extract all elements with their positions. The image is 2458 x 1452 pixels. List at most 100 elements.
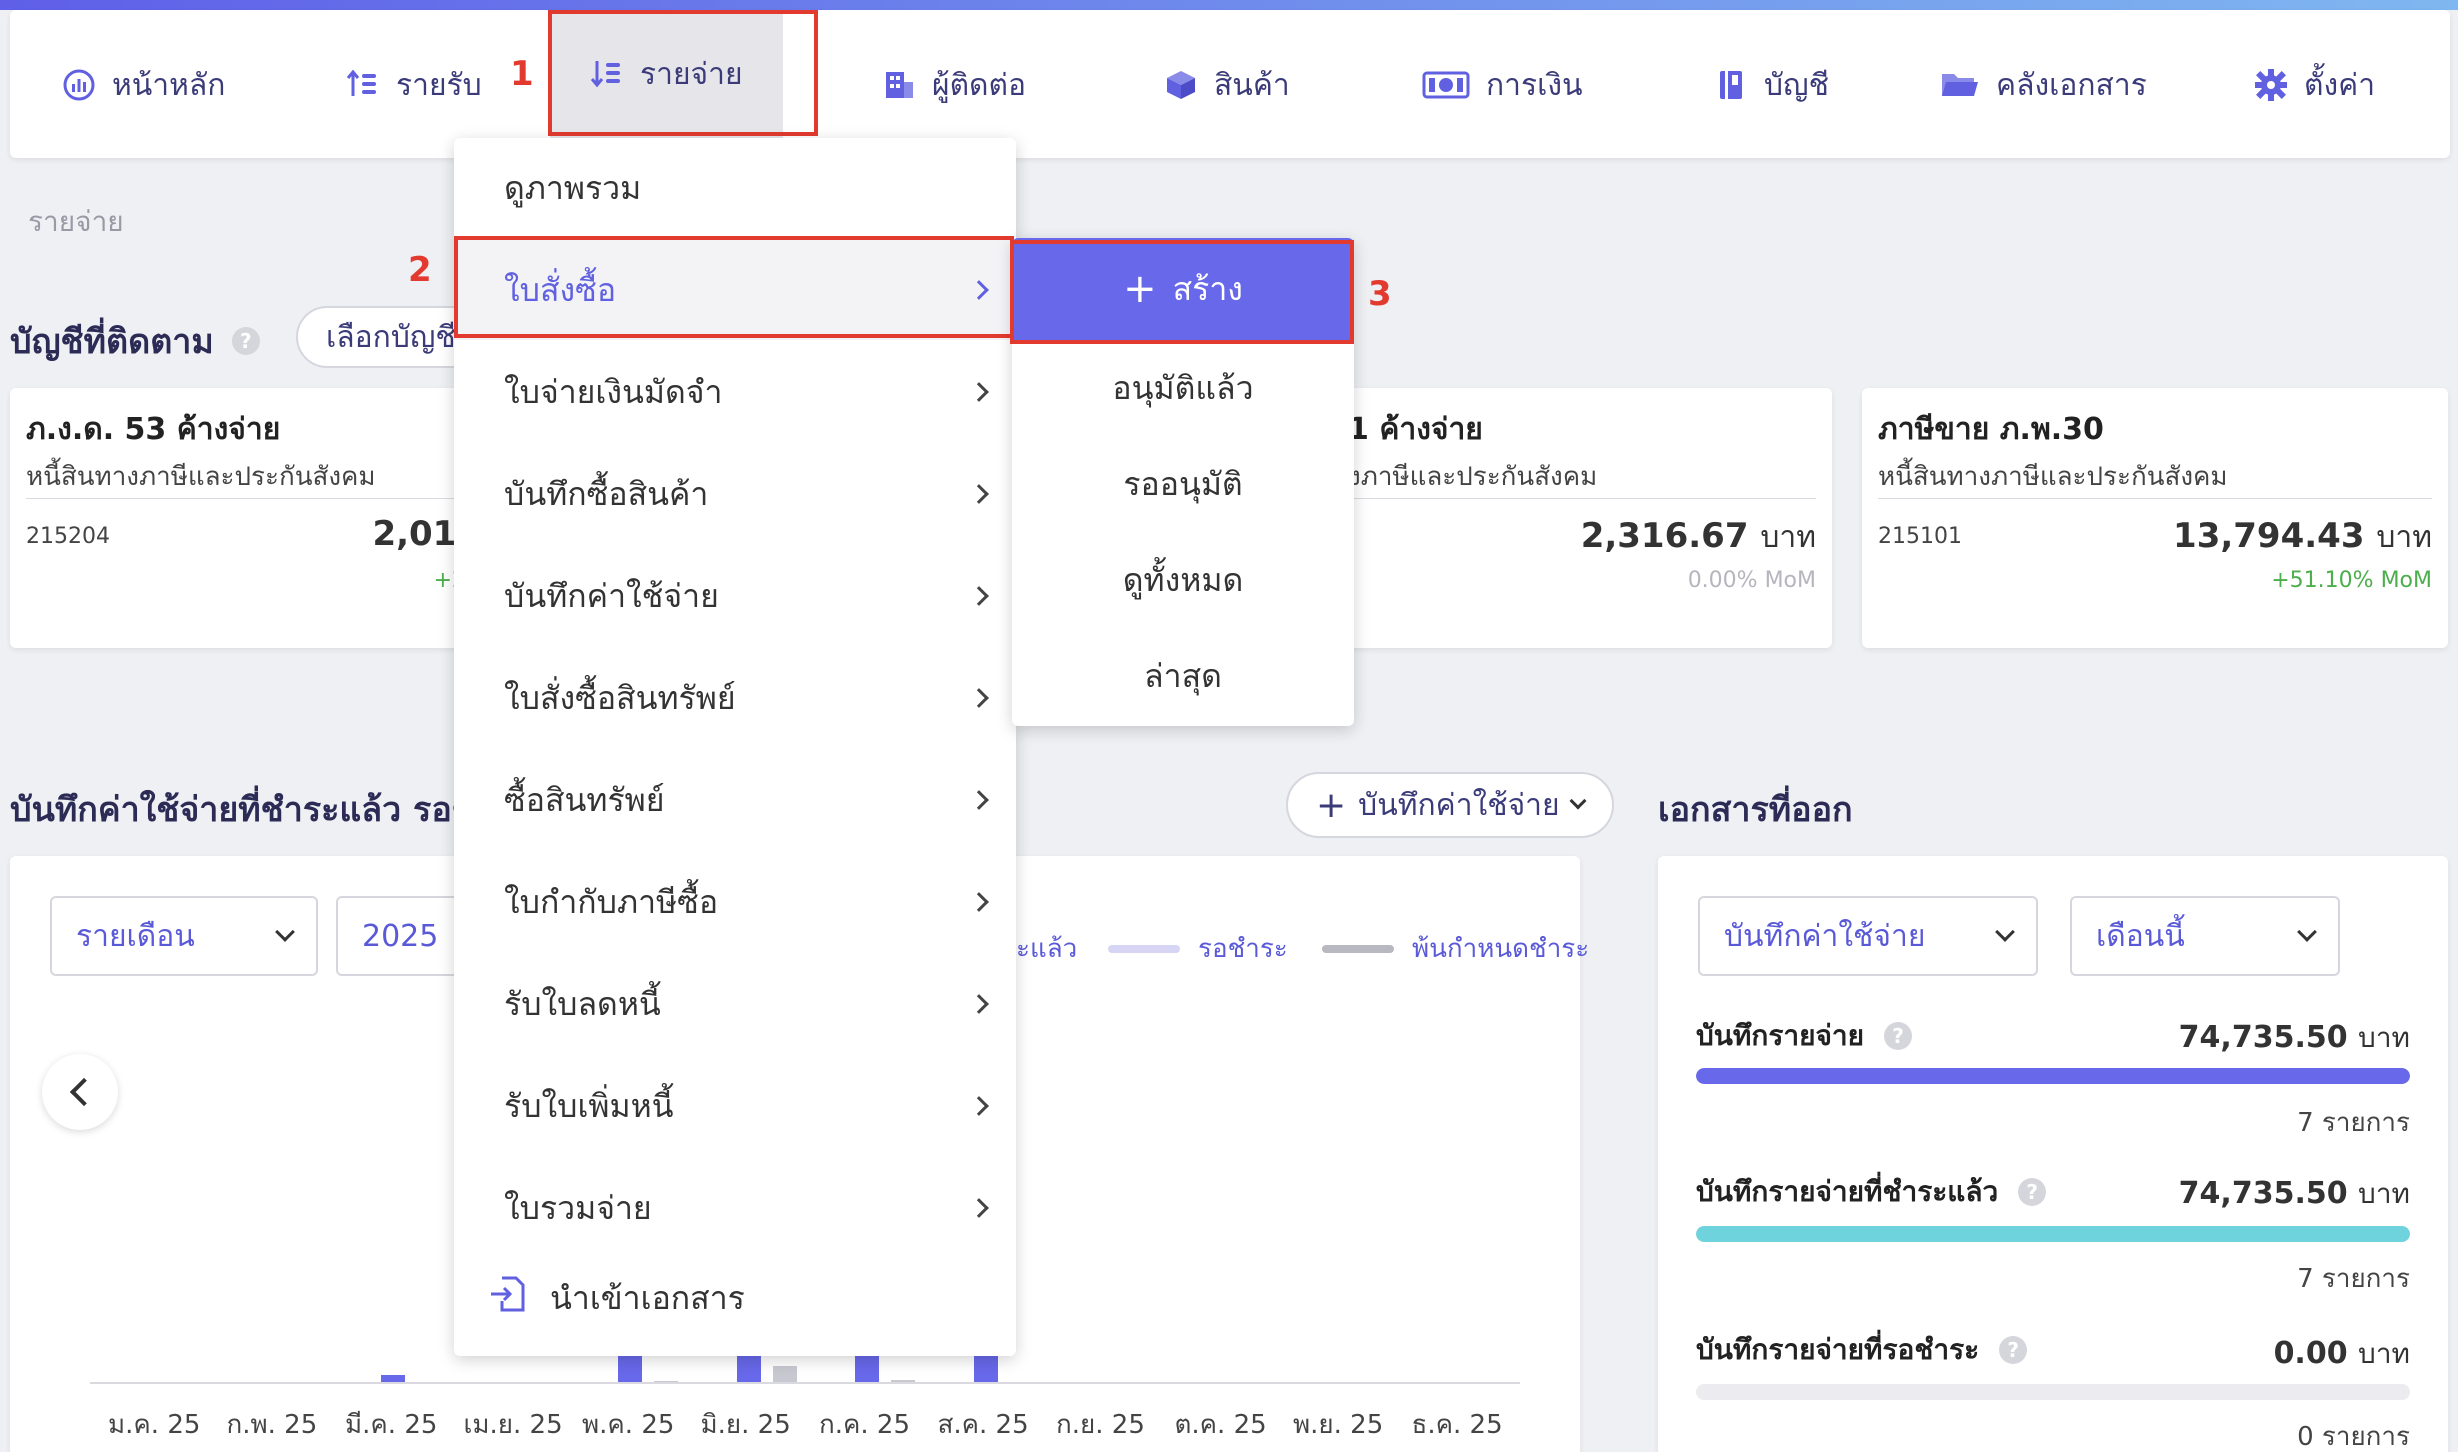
tracked-card[interactable]: ภ.ง.ด. 53 ค้างจ่าย หนี้สินทางภาษีและประก… [10, 388, 480, 648]
chevron-right-icon [969, 1096, 989, 1116]
chevron-right-icon [969, 688, 989, 708]
chevron-right-icon [969, 1198, 989, 1218]
chart-bar[interactable] [618, 1352, 642, 1382]
x-tick-label: ธ.ค. 25 [1411, 1410, 1503, 1440]
x-tick-label: เม.ย. 25 [463, 1410, 563, 1440]
nav-settings[interactable]: ตั้งค่า [2254, 30, 2375, 140]
doc-row-count: 7 รายการ [2297, 1108, 2410, 1138]
help-icon[interactable]: ? [1884, 1022, 1913, 1050]
menu-item-asset-order[interactable]: ใบสั่งซื้อสินทรัพย์ [454, 648, 1016, 748]
menu-item-expense-record[interactable]: บันทึกค่าใช้จ่าย [454, 546, 1016, 646]
income-icon [346, 68, 380, 102]
x-tick-label: พ.ค. 25 [582, 1410, 675, 1440]
doc-row-label: บันทึกรายจ่ายที่รอชำระ? [1696, 1328, 2028, 1372]
doc-row-label: บันทึกรายจ่าย? [1696, 1014, 1913, 1058]
menu-item-buy-asset[interactable]: ซื้อสินทรัพย์ [454, 750, 1016, 850]
doc-progress-bar [1696, 1226, 2410, 1242]
doc-row-count: 0 รายการ [2297, 1422, 2410, 1452]
menu-item-import[interactable]: นำเข้าเอกสาร [454, 1248, 1016, 1348]
submenu-item-pending-approval[interactable]: รออนุมัติ [1012, 436, 1354, 532]
nav-products[interactable]: สินค้า [1164, 30, 1290, 140]
folder-icon [1940, 68, 1980, 102]
nav-income[interactable]: รายรับ [346, 30, 482, 140]
x-tick-label: ก.ค. 25 [819, 1410, 911, 1440]
submenu-item-view-all[interactable]: ดูทั้งหมด [1012, 532, 1354, 628]
doc-progress-bar [1696, 1384, 2410, 1400]
chevron-right-icon [969, 586, 989, 606]
chevron-down-icon [1569, 792, 1587, 810]
chart-bar[interactable] [736, 1352, 761, 1382]
nav-expense[interactable]: รายจ่าย [550, 10, 783, 138]
chevron-right-icon [969, 484, 989, 504]
submenu-item-latest[interactable]: ล่าสุด [1012, 628, 1354, 724]
x-tick-label: มี.ค. 25 [345, 1410, 438, 1440]
x-tick-label: มิ.ย. 25 [700, 1410, 791, 1440]
nav-documents[interactable]: คลังเอกสาร [1940, 30, 2147, 140]
doc-progress-fill [1696, 1068, 2410, 1084]
x-tick-label: ต.ค. 25 [1174, 1410, 1267, 1440]
menu-item-overview[interactable]: ดูภาพรวม [454, 138, 1016, 238]
x-tick-label: พ.ย. 25 [1293, 1410, 1384, 1440]
x-tick-label: ม.ค. 25 [108, 1410, 201, 1440]
box-icon [1164, 68, 1198, 102]
tracked-accounts-title: บัญชีที่ติดตาม ? [10, 314, 260, 368]
chart-bar[interactable] [973, 1352, 998, 1382]
plus-icon: + [1316, 784, 1347, 826]
chart-bar[interactable] [654, 1380, 678, 1382]
legend-swatch [1322, 944, 1394, 953]
nav-finance[interactable]: การเงิน [1422, 30, 1583, 140]
doc-row-label: บันทึกรายจ่ายที่ชำระแล้ว? [1696, 1170, 2047, 1214]
tracked-card[interactable]: 1 ค้างจ่าย งภาษีและประกันสังคม 2,316.67 … [1340, 388, 1832, 648]
menu-item-credit-note[interactable]: รับใบลดหนี้ [454, 954, 1016, 1054]
gear-icon [2254, 68, 2288, 102]
legend-paid: ะแล้ว [1016, 934, 1078, 964]
chart-prev-button[interactable] [42, 1054, 118, 1130]
doc-type-select[interactable]: บันทึกค่าใช้จ่าย [1698, 896, 2038, 976]
create-button[interactable]: + สร้าง [1012, 238, 1354, 340]
chart-bar[interactable] [381, 1374, 405, 1382]
menu-item-combined-payment[interactable]: ใบรวมจ่าย [454, 1158, 1016, 1258]
menu-item-debit-note[interactable]: รับใบเพิ่มหนี้ [454, 1056, 1016, 1156]
import-icon [488, 1275, 526, 1321]
submenu-item-approved[interactable]: อนุมัติแล้ว [1012, 340, 1354, 436]
menu-item-purchase-tax-invoice[interactable]: ใบกำกับภาษีซื้อ [454, 852, 1016, 952]
documents-title: เอกสารที่ออก [1658, 790, 1853, 830]
help-icon[interactable]: ? [2018, 1178, 2047, 1206]
chart-bar[interactable] [855, 1352, 879, 1382]
period-select[interactable]: รายเดือน [50, 896, 318, 976]
legend-pending: รอชำระ [1108, 928, 1288, 969]
nav-accounting[interactable]: บัญชี [1714, 30, 1829, 140]
add-expense-button[interactable]: + บันทึกค่าใช้จ่าย [1286, 772, 1614, 838]
doc-period-select[interactable]: เดือนนี้ [2070, 896, 2340, 976]
menu-item-purchase-order[interactable]: ใบสั่งซื้อ [454, 240, 1016, 340]
tracked-card[interactable]: ภาษีขาย ภ.พ.30 หนี้สินทางภาษีและประกันสั… [1862, 388, 2448, 648]
help-icon[interactable]: ? [231, 327, 260, 355]
top-accent-bar [0, 0, 2458, 10]
expense-section-title: บันทึกค่าใช้จ่ายที่ชำระแล้ว รอชำ [10, 790, 460, 830]
doc-row-count: 7 รายการ [2297, 1264, 2410, 1294]
chart-x-axis [90, 1382, 1520, 1384]
chart-bar[interactable] [772, 1365, 797, 1382]
plus-icon: + [1123, 266, 1157, 312]
nav-home[interactable]: หน้าหลัก [62, 30, 225, 140]
doc-row-amount: 0.00 บาท [2273, 1336, 2410, 1371]
step-3-label: 3 [1368, 274, 1392, 314]
nav-contacts[interactable]: ผู้ติดต่อ [882, 30, 1026, 140]
chart-bar[interactable] [891, 1379, 915, 1382]
expense-dropdown-menu: ดูภาพรวม ใบสั่งซื้อ ใบจ่ายเงินมัดจำ บันท… [454, 138, 1016, 1356]
menu-item-purchase-record[interactable]: บันทึกซื้อสินค้า [454, 444, 1016, 544]
main-nav: หน้าหลัก รายรับ รายจ่าย ผู้ติดต่อ สินค้า… [10, 10, 2450, 158]
chevron-right-icon [969, 892, 989, 912]
doc-progress-fill [1696, 1226, 2410, 1242]
x-tick-label: ก.ย. 25 [1056, 1410, 1145, 1440]
x-tick-label: ก.พ. 25 [226, 1410, 318, 1440]
legend-overdue: พ้นกำหนดชำระ [1322, 928, 1589, 969]
building-icon [882, 68, 916, 102]
menu-item-deposit-payment[interactable]: ใบจ่ายเงินมัดจำ [454, 342, 1016, 442]
step-2-label: 2 [408, 250, 432, 290]
book-icon [1714, 68, 1748, 102]
chevron-down-icon [2297, 922, 2317, 942]
help-icon[interactable]: ? [1999, 1336, 2028, 1364]
chevron-right-icon [969, 280, 989, 300]
year-select[interactable]: 2025 [336, 896, 466, 976]
